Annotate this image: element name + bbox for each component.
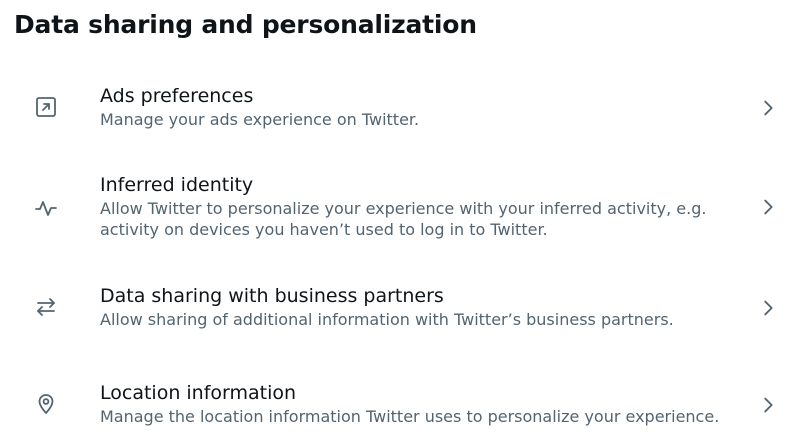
settings-item-text: Location information Manage the location…	[100, 381, 728, 427]
chevron-right-icon	[756, 393, 780, 417]
settings-panel: Data sharing and personalization Ads pre…	[0, 0, 792, 440]
chevron-right-icon	[756, 296, 780, 320]
settings-item-data-sharing[interactable]: Data sharing with business partners Allo…	[0, 284, 792, 340]
settings-item-description: Manage the location information Twitter …	[100, 407, 720, 426]
settings-item-location-information[interactable]: Location information Manage the location…	[0, 381, 792, 437]
settings-item-text: Data sharing with business partners Allo…	[100, 284, 728, 330]
settings-item-inferred-identity[interactable]: Inferred identity Allow Twitter to perso…	[0, 173, 792, 249]
settings-item-label: Data sharing with business partners	[100, 285, 444, 307]
chevron-right-icon	[756, 195, 780, 219]
settings-item-description: Allow Twitter to personalize your experi…	[100, 199, 707, 239]
settings-item-description: Manage your ads experience on Twitter.	[100, 110, 420, 129]
settings-item-description: Allow sharing of additional information …	[100, 310, 674, 329]
settings-item-text: Ads preferences Manage your ads experien…	[100, 84, 728, 130]
activity-icon	[33, 195, 59, 221]
location-pin-icon	[33, 391, 59, 417]
page-title: Data sharing and personalization	[14, 10, 477, 39]
settings-item-label: Ads preferences	[100, 85, 254, 107]
settings-item-text: Inferred identity Allow Twitter to perso…	[100, 173, 728, 240]
chevron-right-icon	[756, 96, 780, 120]
settings-item-ads-preferences[interactable]: Ads preferences Manage your ads experien…	[0, 84, 792, 140]
settings-item-label: Location information	[100, 382, 297, 404]
settings-item-label: Inferred identity	[100, 174, 254, 196]
external-arrow-icon	[33, 94, 59, 120]
arrows-swap-icon	[33, 294, 59, 320]
